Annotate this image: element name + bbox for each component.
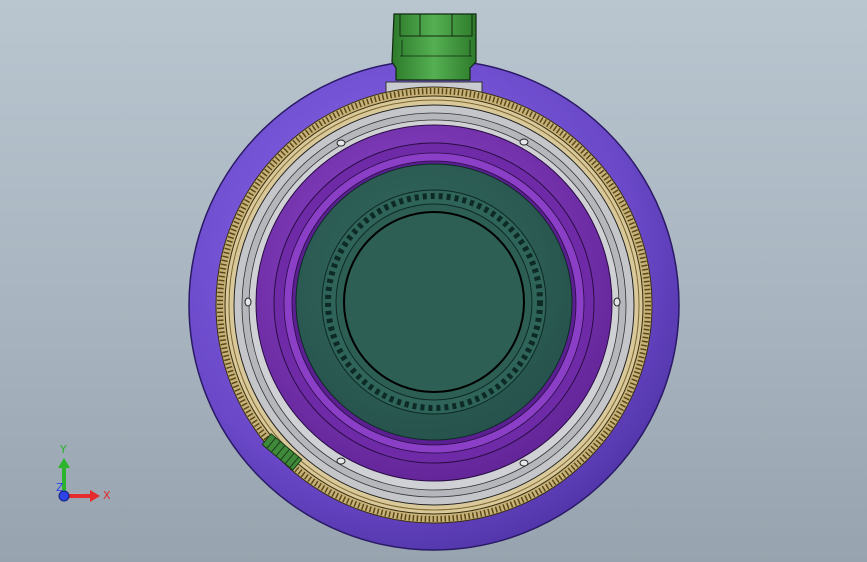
y-axis-label: Y [59,443,67,456]
connector-block[interactable] [391,13,477,81]
optical-core[interactable] [295,163,573,441]
x-axis-arrowhead [90,490,100,502]
cad-model-view[interactable]: Y X Z [0,0,867,562]
graphics-viewport[interactable]: Y X Z [0,0,867,562]
x-axis-label: X [103,489,111,502]
z-axis-label: Z [56,481,64,494]
reference-triad: Y X Z [56,443,111,502]
y-axis-arrowhead [58,458,70,468]
